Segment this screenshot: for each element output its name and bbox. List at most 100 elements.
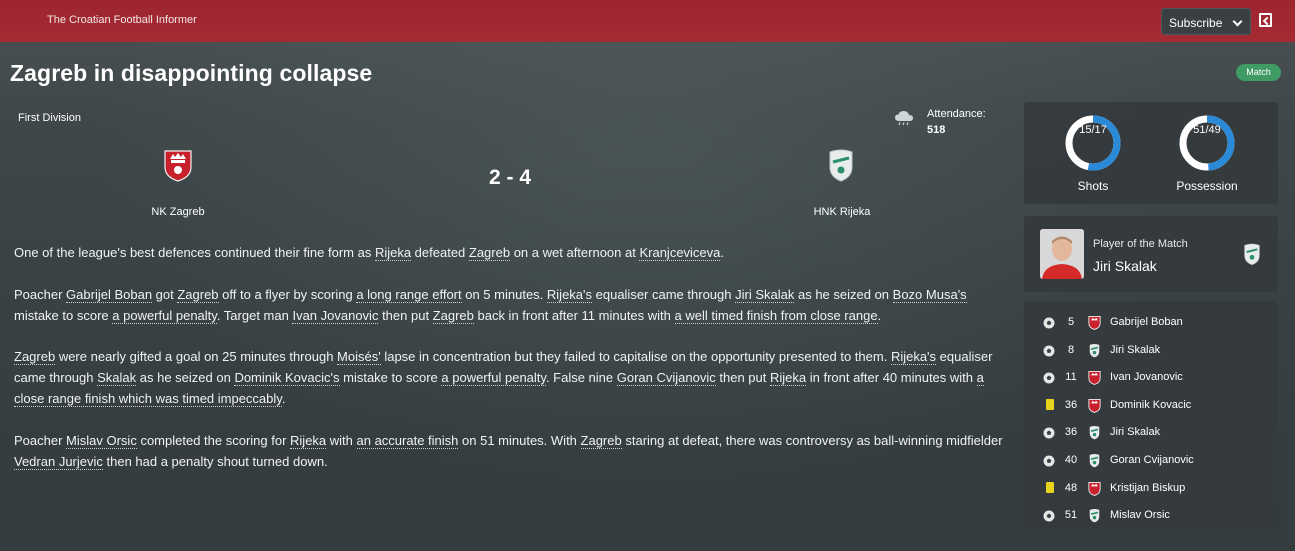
article-link[interactable]: Kranjceviceva [639,245,721,261]
event-minute: 51 [1064,509,1078,522]
article-link[interactable]: Moisés' [337,349,381,365]
hnk-rijeka-crest-icon[interactable] [826,148,856,182]
event-player-name[interactable]: Gabrijel Boban [1110,316,1183,328]
article-link[interactable]: Skalak [97,370,137,386]
event-player-name[interactable]: Jiri Skalak [1110,344,1160,356]
possession-value: 51/49 [1193,124,1221,136]
article-text: . Target man [216,307,293,323]
possession-label: Possession [1176,179,1238,193]
match-event-row[interactable]: 5 Gabrijel Boban [1024,309,1278,336]
article-link[interactable]: Bozo Musa's [892,286,967,303]
article-link[interactable]: a powerful penalty [112,307,217,324]
article-text: in front after 40 minutes with [806,370,977,385]
event-minute: 36 [1064,398,1078,411]
potm-player-name[interactable]: Jiri Skalak [1093,258,1157,274]
match-score: 2 - 4 [488,166,532,189]
article-link[interactable]: Ivan Jovanovic [292,307,379,324]
shots-donut-chart [1065,115,1121,171]
article-link[interactable]: Mislav Orsic [66,432,137,449]
article-text: with [326,432,357,448]
article-text: mistake to score [14,307,113,323]
article-body: One of the league's best defences contin… [14,242,1004,492]
event-player-name[interactable]: Kristijan Biskup [1110,482,1185,494]
match-event-row[interactable]: 11 Ivan Jovanovic [1024,364,1278,391]
event-minute: 36 [1064,426,1078,439]
publication-name[interactable]: The Croatian Football Informer [47,14,197,26]
article-text: then put [378,307,433,323]
article-paragraph: Poacher Gabrijel Boban got Zagreb off to… [14,284,1004,326]
article-text: as he seized on [794,286,893,302]
article-text: lapse in concentration but they failed t… [380,349,891,364]
article-text: on 5 minutes. [461,286,547,302]
article-headline: Zagreb in disappointing collapse [10,60,373,86]
football-icon [1043,345,1055,357]
event-minute: 8 [1067,343,1075,356]
article-link[interactable]: Zagreb [580,432,622,449]
article-text: Poacher [14,432,67,448]
article-text: Poacher [14,286,67,302]
nk-zagreb-crest-icon[interactable] [163,148,193,182]
article-text: then put [715,370,770,385]
player-photo [1040,229,1084,279]
match-event-row[interactable]: 51 Mislav Orsic [1024,502,1278,529]
article-link[interactable]: Zagreb [468,245,511,261]
player-of-the-match-panel[interactable]: Player of the Match Jiri Skalak [1024,216,1278,292]
article-link[interactable]: a well timed finish from close range [674,307,878,324]
article-link[interactable]: an accurate finish [356,432,459,449]
article-text: One of the league's best defences contin… [14,245,375,260]
shots-value: 15/17 [1079,124,1107,136]
article-link[interactable]: Rijeka [290,432,327,449]
match-event-row[interactable]: 8 Jiri Skalak [1024,337,1278,364]
hnk-rijeka-crest-icon [1244,243,1260,266]
article-link[interactable]: Dominik Kovacic's [234,370,340,386]
article-text: . [877,307,882,323]
match-stats-panel: 15/17 Shots 51/49 Possession [1024,102,1278,204]
event-player-name[interactable]: Mislav Orsic [1110,509,1170,521]
article-text: got [152,286,178,302]
article-text: . [720,245,725,260]
article-link[interactable]: Vedran Jurjevic [14,453,103,470]
match-event-row[interactable]: 36 Dominik Kovacic [1024,392,1278,419]
attendance-label: Attendance: [927,108,986,120]
hnk-rijeka-crest-icon [1089,343,1100,358]
subscribe-dropdown[interactable]: Subscribe [1161,8,1251,35]
article-paragraph: Poacher Mislav Orsic completed the scori… [14,430,1004,472]
article-link[interactable]: Rijeka's [546,286,593,303]
match-event-row[interactable]: 48 Kristijan Biskup [1024,475,1278,502]
possession-donut-chart [1179,115,1235,171]
article-text: mistake to score [339,370,442,385]
article-link[interactable]: a powerful penalty [441,370,546,386]
article-link[interactable]: Jiri Skalak [735,286,795,303]
event-player-name[interactable]: Jiri Skalak [1110,426,1160,438]
article-link[interactable]: Rijeka [374,245,412,261]
exit-icon[interactable] [1259,13,1272,27]
article-text: defeated [411,245,469,260]
article-link[interactable]: Zagreb [177,286,219,303]
match-event-row[interactable]: 36 Jiri Skalak [1024,419,1278,446]
yellow-card-icon [1046,481,1054,493]
match-event-row[interactable]: 40 Goran Cvijanovic [1024,447,1278,474]
home-team-name[interactable]: NK Zagreb [118,206,238,218]
football-icon [1043,427,1055,439]
article-text: on a wet afternoon at [510,245,640,260]
article-link[interactable]: Rijeka's [890,349,937,365]
article-link[interactable]: Zagreb [432,307,474,324]
article-link[interactable]: Gabrijel Boban [66,286,153,303]
article-text: as he seized on [136,370,235,385]
event-player-name[interactable]: Goran Cvijanovic [1110,454,1194,466]
away-team-name[interactable]: HNK Rijeka [782,206,902,218]
event-player-name[interactable]: Ivan Jovanovic [1110,371,1183,383]
article-text: equaliser came through [592,286,736,302]
article-link[interactable]: Zagreb [14,349,56,365]
article-link[interactable]: Rijeka [769,370,807,386]
article-link[interactable]: Goran Cvijanovic [616,370,716,386]
event-player-name[interactable]: Dominik Kovacic [1110,399,1191,411]
nk-zagreb-crest-icon [1088,398,1101,413]
publication-header: The Croatian Football Informer Subscribe [0,0,1295,42]
article-link[interactable]: a long range effort [356,286,462,303]
football-icon [1043,372,1055,384]
attendance-value: 518 [927,124,946,136]
competition-name[interactable]: First Division [18,112,81,124]
article-text: back in front after 11 minutes with [473,307,675,323]
article-text: on 51 minutes. With [458,432,581,448]
